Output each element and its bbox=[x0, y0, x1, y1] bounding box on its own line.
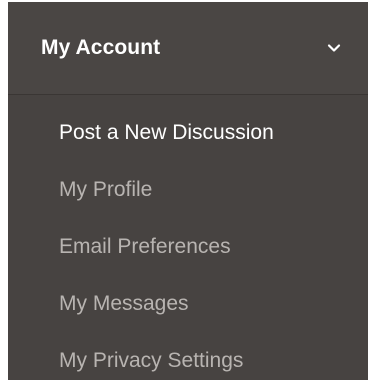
menu-item-my-privacy-settings[interactable]: My Privacy Settings bbox=[8, 332, 368, 389]
menu-item-post-new-discussion[interactable]: Post a New Discussion bbox=[8, 104, 368, 161]
menu-item-email-preferences[interactable]: Email Preferences bbox=[8, 218, 368, 275]
menu-item-my-messages[interactable]: My Messages bbox=[8, 275, 368, 332]
account-menu-list: Post a New Discussion My Profile Email P… bbox=[8, 104, 368, 389]
chevron-down-icon bbox=[326, 40, 342, 56]
menu-item-my-profile[interactable]: My Profile bbox=[8, 161, 368, 218]
account-menu: My Account Post a New Discussion My Prof… bbox=[8, 2, 368, 380]
account-menu-title: My Account bbox=[41, 36, 161, 59]
account-menu-toggle[interactable]: My Account bbox=[8, 2, 368, 95]
